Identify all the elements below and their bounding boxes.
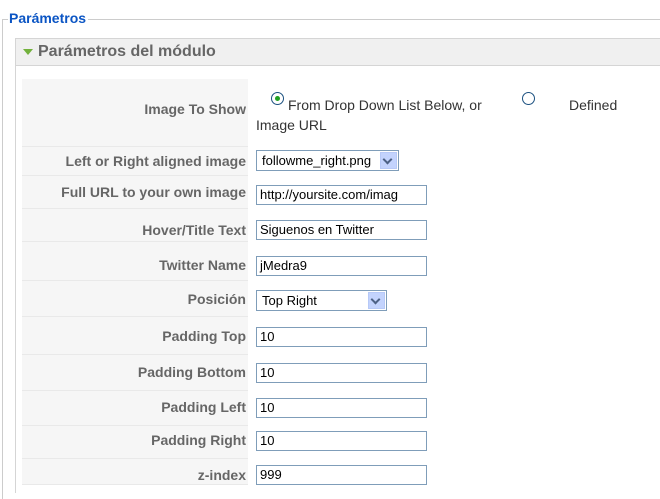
triangle-down-icon[interactable] [23,49,33,55]
posicion-label: Posición [187,291,246,307]
fieldset-legend: Parámetros [8,9,89,27]
aligned-image-label: Left or Right aligned image [65,153,246,169]
twitter-name-input[interactable]: jMedra9 [256,256,427,276]
aligned-image-select-value: followme_right.png [262,153,372,168]
aligned-image-select[interactable]: followme_right.png [256,150,399,171]
z-index-label: z-index [197,467,246,483]
radio-drop-down-list[interactable] [271,92,284,105]
padding-bottom-label: Padding Bottom [137,364,246,380]
posicion-select[interactable]: Top Right [256,290,387,311]
chevron-down-icon[interactable] [380,152,397,169]
radio-drop-down-list-label[interactable]: From Drop Down List Below, or [288,96,482,114]
z-index-input[interactable]: 999 [256,465,427,485]
panel-title[interactable]: Parámetros del módulo [38,42,216,62]
padding-right-label: Padding Right [151,432,246,448]
padding-top-label: Padding Top [162,328,246,344]
radio-defined-image-url[interactable] [522,92,535,105]
chevron-down-icon[interactable] [368,292,385,309]
padding-left-input[interactable]: 10 [256,398,427,418]
padding-left-label: Padding Left [161,399,246,415]
padding-top-input[interactable]: 10 [256,327,427,347]
twitter-name-label: Twitter Name [159,257,246,273]
radio-defined-label-line1[interactable]: Defined [569,96,617,114]
posicion-select-value: Top Right [262,293,317,308]
hover-text-input[interactable]: Siguenos en Twitter [256,220,427,240]
hover-text-label: Hover/Title Text [142,222,246,238]
padding-bottom-input[interactable]: 10 [256,363,427,383]
full-url-label: Full URL to your own image [61,184,246,200]
image-to-show-label: Image To Show [144,101,246,117]
padding-right-input[interactable]: 10 [256,431,427,451]
radio-defined-label-line2[interactable]: Image URL [256,116,327,134]
full-url-input[interactable]: http://yoursite.com/imag [256,185,427,205]
